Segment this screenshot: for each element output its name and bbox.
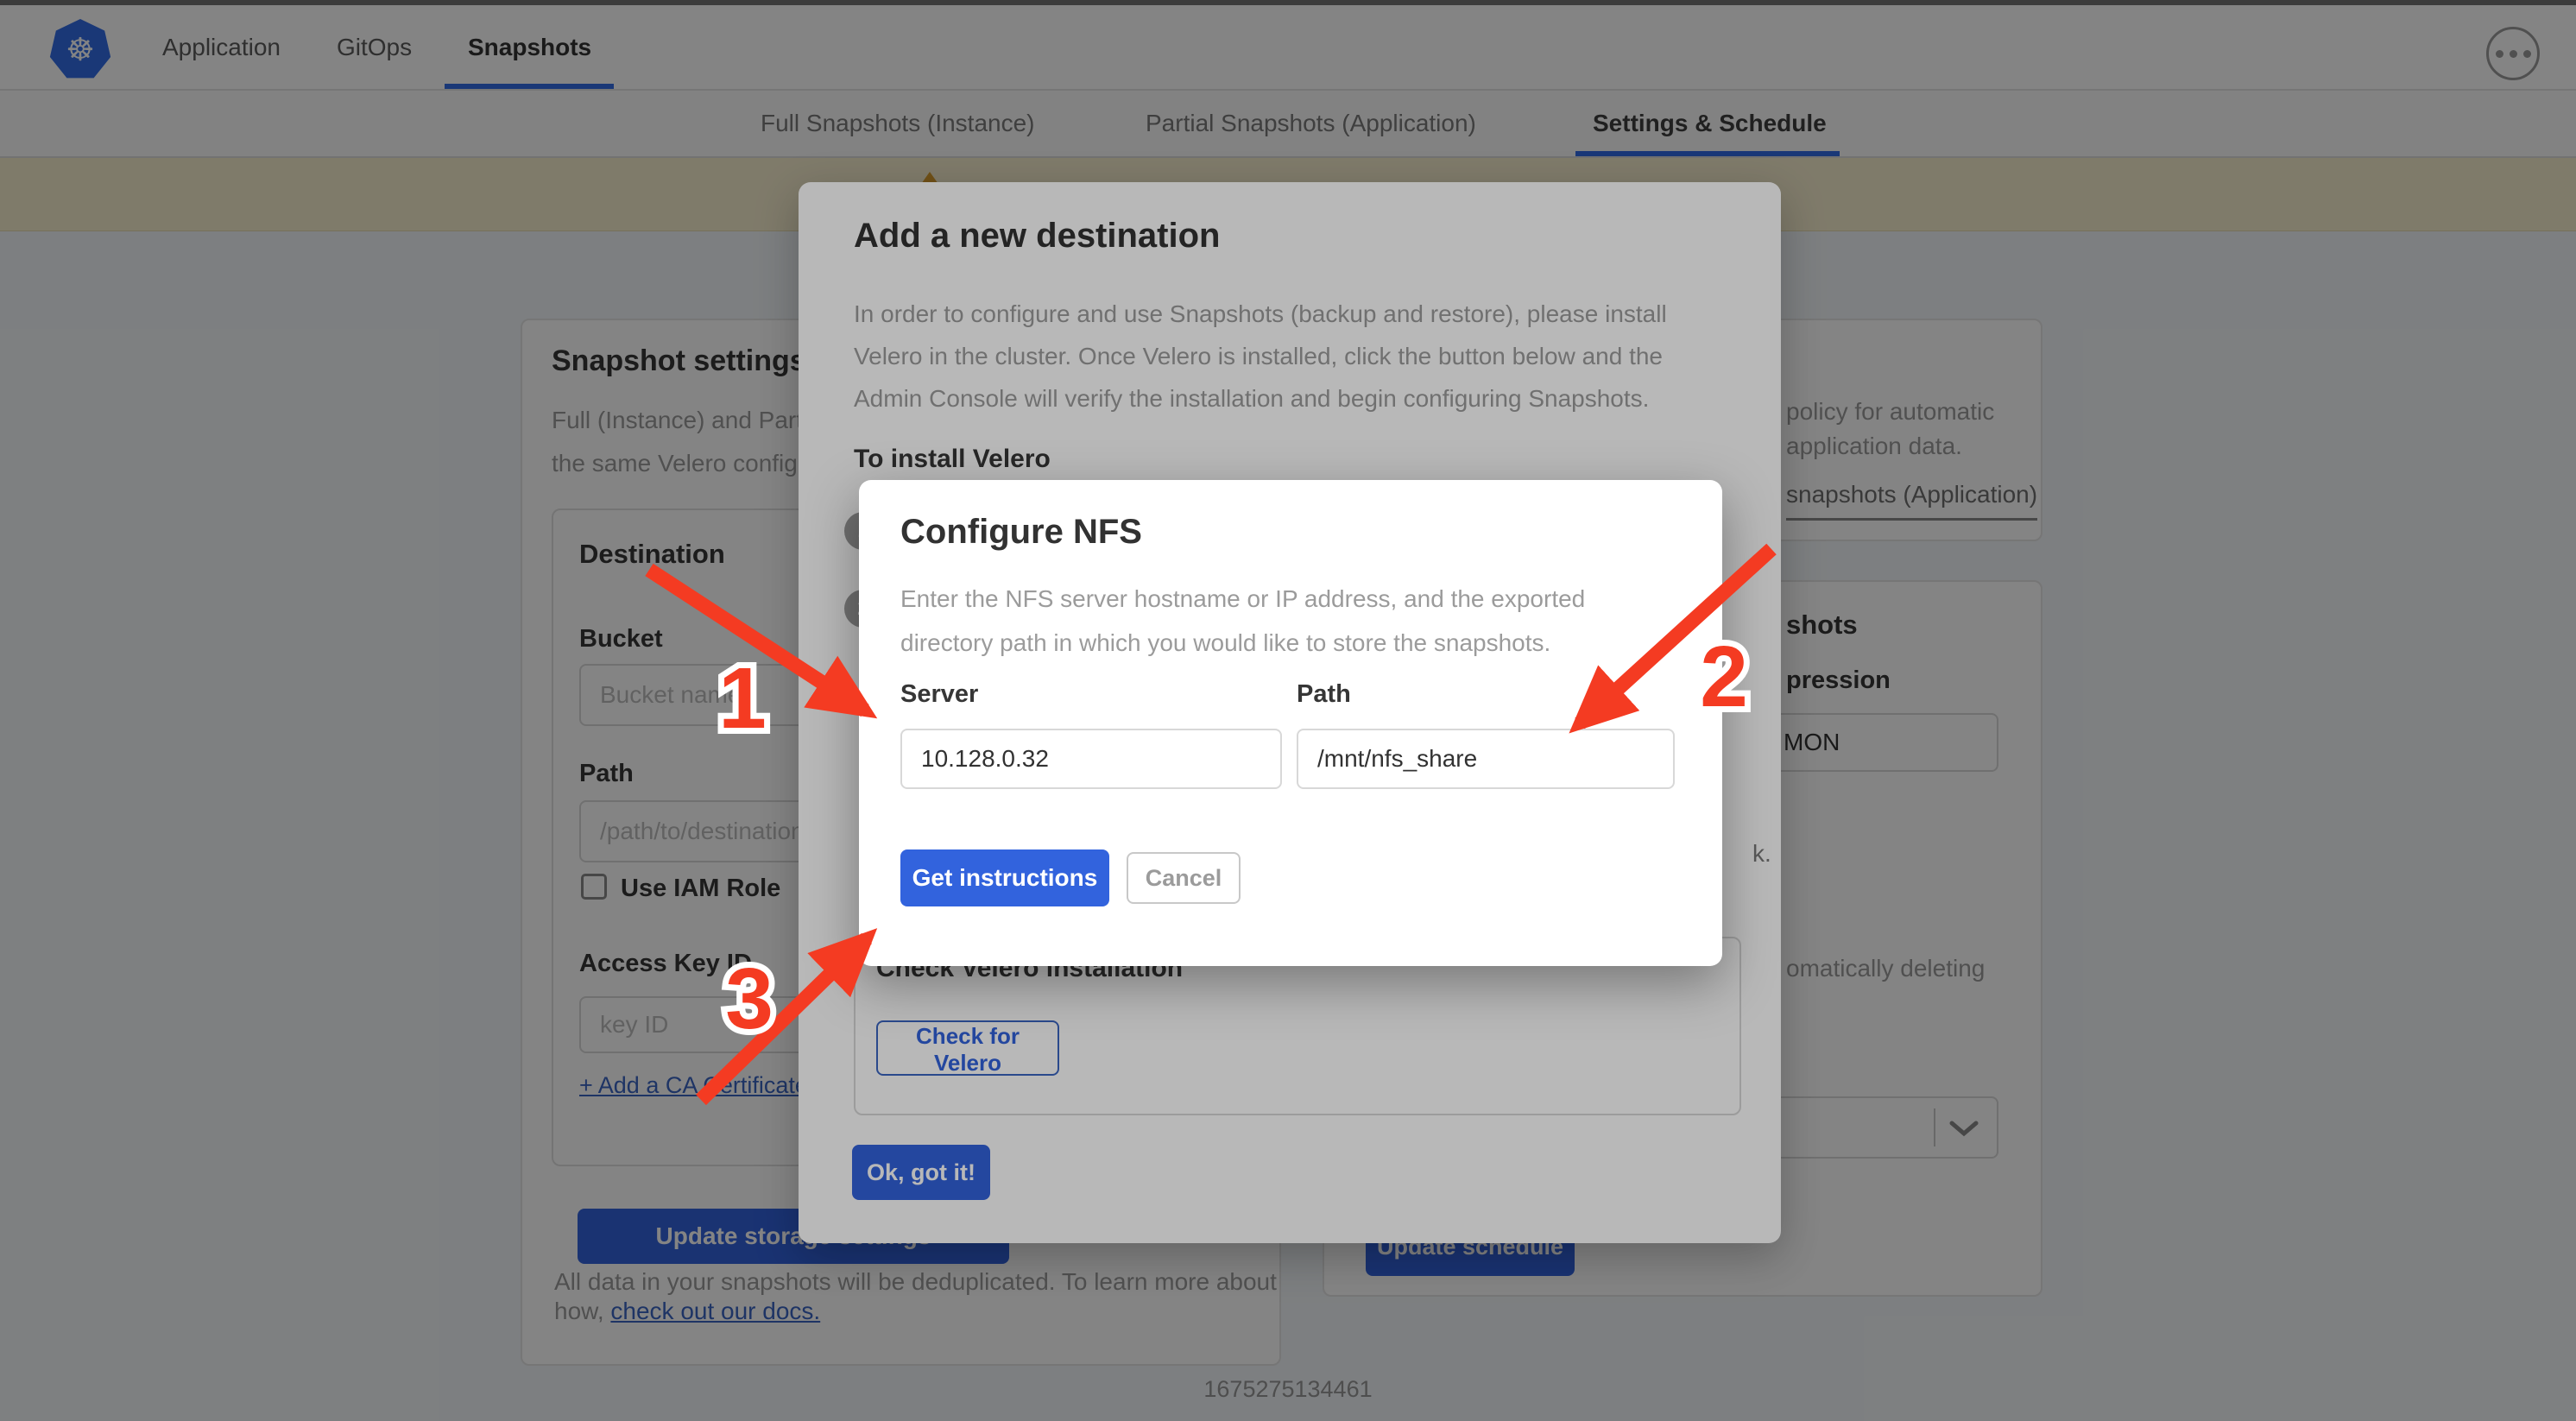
nfs-path-input[interactable] [1297,729,1675,789]
cancel-button[interactable]: Cancel [1127,852,1241,904]
server-label: Server [900,680,978,709]
screen: ☸ Application GitOps Snapshots Full Snap… [0,0,2576,1421]
nfs-path-label: Path [1297,680,1351,709]
window-edge [0,0,2576,5]
configure-nfs-title: Configure NFS [900,513,1142,552]
configure-nfs-modal: Configure NFS Enter the NFS server hostn… [859,480,1722,966]
nfs-server-input[interactable] [900,729,1282,789]
configure-nfs-description: Enter the NFS server hostname or IP addr… [900,577,1585,665]
get-instructions-button[interactable]: Get instructions [900,849,1109,906]
